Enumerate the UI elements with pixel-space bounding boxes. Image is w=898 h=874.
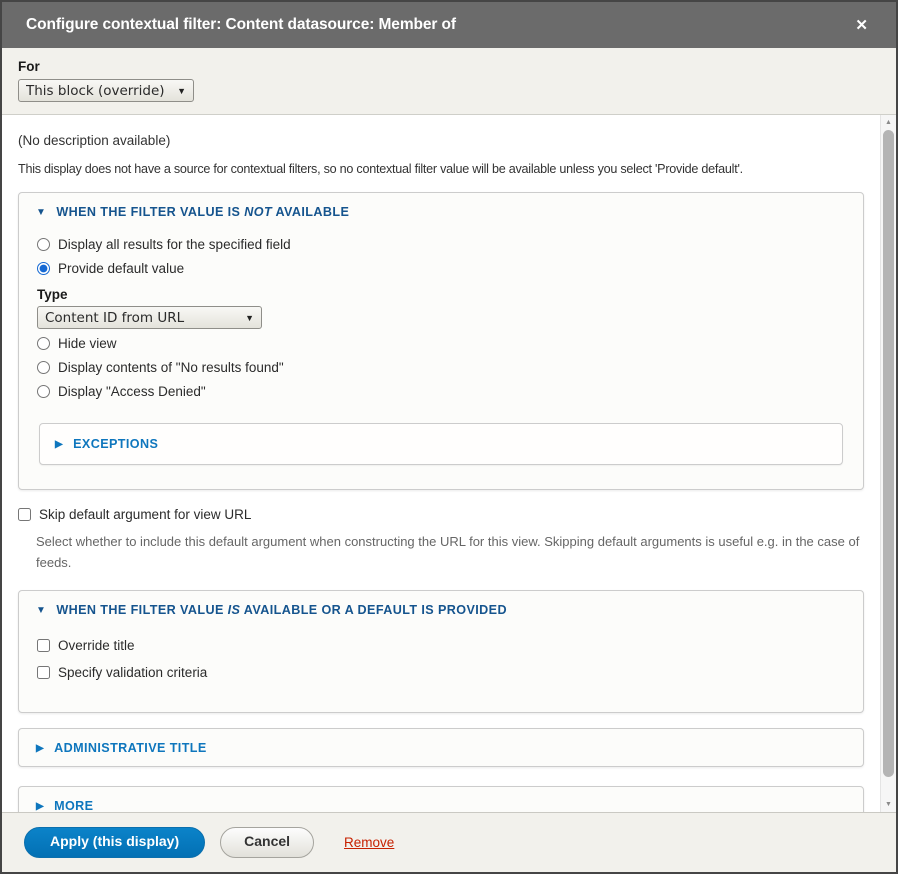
checkbox-override-title[interactable]: [37, 639, 50, 652]
radio-row: Display "Access Denied": [37, 382, 845, 401]
display-note-text: This display does not have a source for …: [18, 162, 864, 176]
dialog-footer: Apply (this display) Cancel Remove: [2, 812, 896, 872]
radio-provide-default-value[interactable]: [37, 262, 50, 275]
legend-emphasis: IS: [228, 603, 241, 617]
legend-text: AVAILABLE: [272, 205, 349, 219]
radio-label[interactable]: Display "Access Denied": [58, 384, 206, 399]
apply-button[interactable]: Apply (this display): [24, 827, 205, 857]
legend-text: WHEN THE FILTER VALUE IS: [56, 205, 244, 219]
scroll-down-icon[interactable]: ▼: [881, 797, 896, 812]
type-select[interactable]: Content ID from URL: [37, 306, 262, 329]
radio-row: Provide default value: [37, 259, 845, 278]
radio-label[interactable]: Display all results for the specified fi…: [58, 237, 291, 252]
legend-text: WHEN THE FILTER VALUE: [56, 603, 227, 617]
type-select-wrap: Content ID from URL ▼: [37, 306, 262, 329]
legend-text: MORE: [54, 799, 93, 812]
contextual-filter-dialog: Configure contextual filter: Content dat…: [0, 0, 898, 874]
cancel-button[interactable]: Cancel: [220, 827, 314, 857]
checkbox-label[interactable]: Specify validation criteria: [58, 665, 207, 680]
no-description-text: (No description available): [18, 133, 864, 148]
checkbox-row: Override title: [37, 636, 845, 655]
expand-arrow-icon: ▶: [36, 743, 44, 754]
fieldset-filter-available-legend[interactable]: ▼ WHEN THE FILTER VALUE IS AVAILABLE OR A…: [19, 591, 863, 628]
fieldset-body: Override title Specify validation criter…: [19, 636, 863, 712]
fieldset-administrative-title: ▶ ADMINISTRATIVE TITLE: [18, 728, 864, 767]
checkbox-row: Specify validation criteria: [37, 663, 845, 682]
radio-no-results-found[interactable]: [37, 361, 50, 374]
form-content: (No description available) This display …: [2, 115, 880, 812]
for-section: For This block (override) ▼: [2, 48, 896, 115]
vertical-scrollbar[interactable]: ▲ ▼: [880, 115, 896, 812]
fieldset-filter-not-available: ▼WHEN THE FILTER VALUE IS NOT AVAILABLE …: [18, 192, 864, 490]
close-icon[interactable]: ✕: [851, 14, 872, 37]
checkbox-specify-validation[interactable]: [37, 666, 50, 679]
legend-text: ADMINISTRATIVE TITLE: [54, 741, 207, 755]
radio-row: Display all results for the specified fi…: [37, 235, 845, 254]
legend-text: EXCEPTIONS: [73, 437, 158, 451]
collapse-arrow-icon: ▼: [36, 605, 46, 616]
checkbox-label[interactable]: Override title: [58, 638, 135, 653]
fieldset-filter-available: ▼ WHEN THE FILTER VALUE IS AVAILABLE OR A…: [18, 590, 864, 713]
scroll-up-icon[interactable]: ▲: [881, 115, 896, 130]
expand-arrow-icon: ▶: [36, 801, 44, 812]
collapse-arrow-icon: ▼: [36, 207, 46, 218]
radio-hide-view[interactable]: [37, 337, 50, 350]
for-select-wrap: This block (override) ▼: [18, 79, 194, 102]
scrollbar-track[interactable]: [881, 130, 896, 797]
fieldset-body: Display all results for the specified fi…: [19, 235, 863, 489]
dialog-title: Configure contextual filter: Content dat…: [26, 16, 456, 34]
radio-row: Hide view: [37, 334, 845, 353]
fieldset-exceptions-legend[interactable]: ▶ EXCEPTIONS: [40, 424, 842, 464]
checkbox-label[interactable]: Skip default argument for view URL: [39, 507, 251, 522]
dialog-titlebar: Configure contextual filter: Content dat…: [2, 2, 896, 48]
fieldset-filter-not-available-legend[interactable]: ▼ WHEN THE FILTER VALUE IS NOT AVAILABLE: [19, 193, 863, 230]
fieldset-more-legend[interactable]: ▶ MORE: [19, 787, 863, 812]
radio-display-all-results[interactable]: [37, 238, 50, 251]
skip-default-description: Select whether to include this default a…: [36, 531, 864, 574]
radio-label[interactable]: Display contents of "No results found": [58, 360, 284, 375]
type-label: Type: [37, 287, 845, 302]
radio-label[interactable]: Hide view: [58, 336, 117, 351]
radio-row: Display contents of "No results found": [37, 358, 845, 377]
legend-emphasis: NOT: [244, 205, 272, 219]
scrollbar-thumb[interactable]: [883, 130, 894, 777]
dialog-body: (No description available) This display …: [2, 115, 896, 812]
radio-access-denied[interactable]: [37, 385, 50, 398]
legend-text: AVAILABLE OR A DEFAULT IS PROVIDED: [240, 603, 507, 617]
fieldset-administrative-title-legend[interactable]: ▶ ADMINISTRATIVE TITLE: [19, 729, 863, 766]
for-label: For: [18, 59, 880, 74]
for-select[interactable]: This block (override): [18, 79, 194, 102]
fieldset-more: ▶ MORE: [18, 786, 864, 812]
expand-arrow-icon: ▶: [55, 439, 63, 450]
checkbox-row-skip-default: Skip default argument for view URL: [18, 505, 864, 524]
remove-link[interactable]: Remove: [344, 835, 394, 850]
checkbox-skip-default-argument[interactable]: [18, 508, 31, 521]
fieldset-exceptions: ▶ EXCEPTIONS: [39, 423, 843, 465]
radio-label[interactable]: Provide default value: [58, 261, 184, 276]
